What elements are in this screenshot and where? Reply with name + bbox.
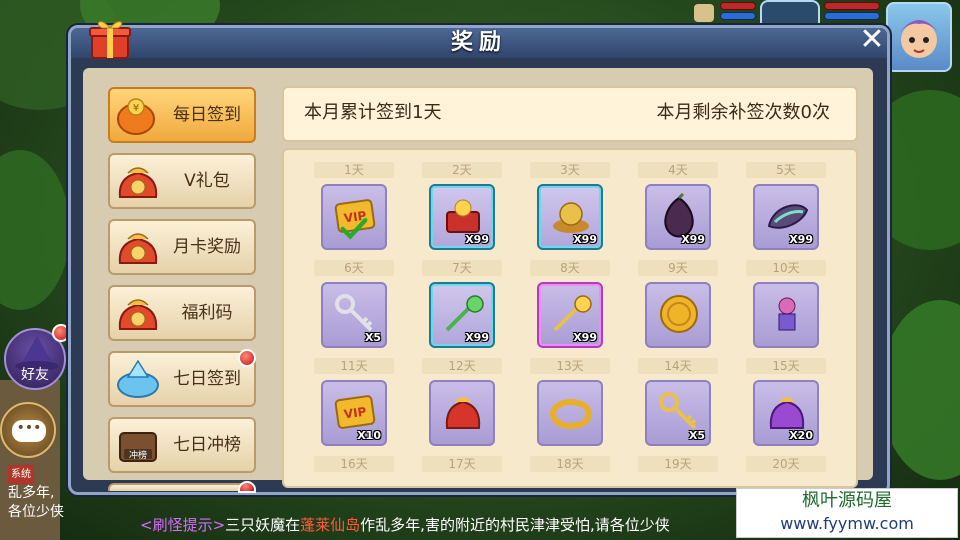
- day-label: 17天: [422, 456, 502, 472]
- gold-coin-icon: [660, 295, 698, 333]
- chat-log-line: 各位少侠: [8, 504, 64, 520]
- buff-icon: [694, 4, 714, 22]
- reward-quantity: X99: [465, 331, 489, 344]
- watermark-url: www.fyymw.com: [780, 514, 914, 533]
- svg-text:冲榜: 冲榜: [129, 449, 147, 461]
- ticker-text: 三只妖魔在: [225, 516, 301, 534]
- reward-slot-gold-ring[interactable]: [537, 380, 603, 446]
- crystal-icon: [117, 359, 159, 398]
- ticker-place: 蓬莱仙岛: [300, 516, 361, 534]
- reward-slot-treasure-chest[interactable]: X99: [429, 184, 495, 250]
- sidebar-item-daily-checkin[interactable]: ¥ 每日签到: [108, 87, 256, 143]
- ticker-tag: <刷怪提示>: [140, 516, 226, 534]
- day-label: 12天: [422, 358, 502, 374]
- reward-slot-dark-gourd[interactable]: X99: [645, 184, 711, 250]
- reward-quantity: X5: [688, 429, 705, 442]
- reward-quantity: X20: [789, 429, 813, 442]
- watermark-title: 枫叶源码屋: [802, 490, 892, 511]
- chest-icon: 冲榜: [119, 432, 157, 462]
- day-label: 7天: [422, 260, 502, 276]
- reward-slot-gold-coin[interactable]: [645, 282, 711, 348]
- day-label: 18天: [530, 456, 610, 472]
- day-label: 8天: [530, 260, 610, 276]
- reward-slot-silver-key[interactable]: X5: [321, 282, 387, 348]
- gold-ring-icon: [550, 399, 592, 429]
- mask-figure-icon: [778, 297, 796, 331]
- sidebar-item-label: 福利码: [181, 303, 233, 323]
- sidebar-item-label: V礼包: [184, 171, 230, 191]
- sidebar-item-label: 七日签到: [173, 369, 241, 389]
- reward-slot-vip-card[interactable]: VIP: [321, 184, 387, 250]
- day-label: 1天: [314, 162, 394, 178]
- reward-slot-gold-key[interactable]: X5: [645, 380, 711, 446]
- mp-bar: [720, 12, 756, 20]
- pet-hp-bar: [824, 2, 880, 10]
- watermark: 枫叶源码屋 www.fyymw.com: [736, 488, 958, 538]
- pet-mp-bar: [824, 12, 880, 20]
- reward-slot-red-bag[interactable]: [429, 380, 495, 446]
- day-label: 2天: [422, 162, 502, 178]
- day-label: 3天: [530, 162, 610, 178]
- friends-label: 好友: [21, 367, 49, 383]
- notification-dot: [238, 349, 256, 367]
- day-label: 5天: [746, 162, 826, 178]
- hp-bar: [720, 2, 756, 10]
- ticker-text: 作乱多年,害的附近的村民津津受怕,请各位少侠: [360, 516, 670, 534]
- reward-quantity: X99: [681, 233, 705, 246]
- notification-dot: [238, 481, 256, 493]
- reward-quantity: X99: [789, 233, 813, 246]
- gift-box-icon: [89, 21, 131, 59]
- day-label: 9天: [638, 260, 718, 276]
- day-label: 11天: [314, 358, 394, 374]
- checkmark-icon: [340, 218, 368, 240]
- lucky-bag-icon: [118, 299, 158, 330]
- sidebar-item-welfare-code[interactable]: 福利码: [108, 285, 256, 341]
- sidebar-item-seven-day-checkin[interactable]: 七日签到: [108, 351, 256, 407]
- checkin-info-bar: 本月累计签到1天 本月剩余补签次数0次: [282, 86, 858, 142]
- day-label: 13天: [530, 358, 610, 374]
- coin-bag-icon: ¥: [117, 98, 155, 135]
- day-label: 4天: [638, 162, 718, 178]
- reward-slot-gold-ingot[interactable]: X99: [537, 184, 603, 250]
- chat-icon: •••: [12, 420, 46, 442]
- reward-grid: 1天 VIP 2天 X99 3天 X99 4天 X99 5天 X99 6天 X5 7天 X99 8天 X99 9…: [282, 148, 858, 488]
- day-label: 16天: [314, 456, 394, 472]
- chat-button[interactable]: •••: [0, 402, 56, 458]
- reward-quantity: X5: [364, 331, 381, 344]
- announcement-ticker: <刷怪提示>三只妖魔在蓬莱仙岛作乱多年,害的附近的村民津津受怕,请各位少侠: [140, 513, 740, 537]
- close-icon[interactable]: ✕: [854, 25, 890, 56]
- panel-title: 奖励: [450, 30, 507, 55]
- lucky-bag-icon: [118, 233, 158, 264]
- reward-slot-green-wand[interactable]: X99: [429, 282, 495, 348]
- day-label: 15天: [746, 358, 826, 374]
- sidebar-item-vip-gift[interactable]: V礼包: [108, 153, 256, 209]
- sidebar-item-label: 月卡奖励: [173, 237, 241, 257]
- reward-slot-purple-bag[interactable]: X20: [753, 380, 819, 446]
- reward-slot-gold-wand[interactable]: X99: [537, 282, 603, 348]
- lucky-bag-icon: [118, 167, 158, 198]
- reward-slot-mask-figure[interactable]: [753, 282, 819, 348]
- sidebar-item-seven-day-ranking[interactable]: 冲榜 七日冲榜: [108, 417, 256, 473]
- day-label: 20天: [746, 456, 826, 472]
- reward-slot-feather-stone[interactable]: X99: [753, 184, 819, 250]
- day-label: 10天: [746, 260, 826, 276]
- player-avatar[interactable]: [886, 2, 952, 72]
- system-tag: 系统: [8, 465, 34, 484]
- reward-quantity: X99: [573, 331, 597, 344]
- sidebar-item-label: 每日签到: [173, 105, 241, 125]
- sidebar-item-label: 七日冲榜: [173, 435, 241, 455]
- red-bag-icon: [445, 397, 481, 429]
- reward-quantity: X99: [465, 233, 489, 246]
- sidebar-item-partial[interactable]: [108, 483, 256, 491]
- svg-text:¥: ¥: [133, 103, 139, 114]
- makeup-remaining: 本月剩余补签次数0次: [656, 102, 830, 123]
- sidebar-item-monthly-card[interactable]: 月卡奖励: [108, 219, 256, 275]
- monthly-signed-count: 本月累计签到1天: [304, 102, 442, 123]
- day-label: 14天: [638, 358, 718, 374]
- reward-quantity: X99: [573, 233, 597, 246]
- reward-slot-vip-card[interactable]: VIP X10: [321, 380, 387, 446]
- reward-quantity: X10: [357, 429, 381, 442]
- day-label: 6天: [314, 260, 394, 276]
- day-label: 19天: [638, 456, 718, 472]
